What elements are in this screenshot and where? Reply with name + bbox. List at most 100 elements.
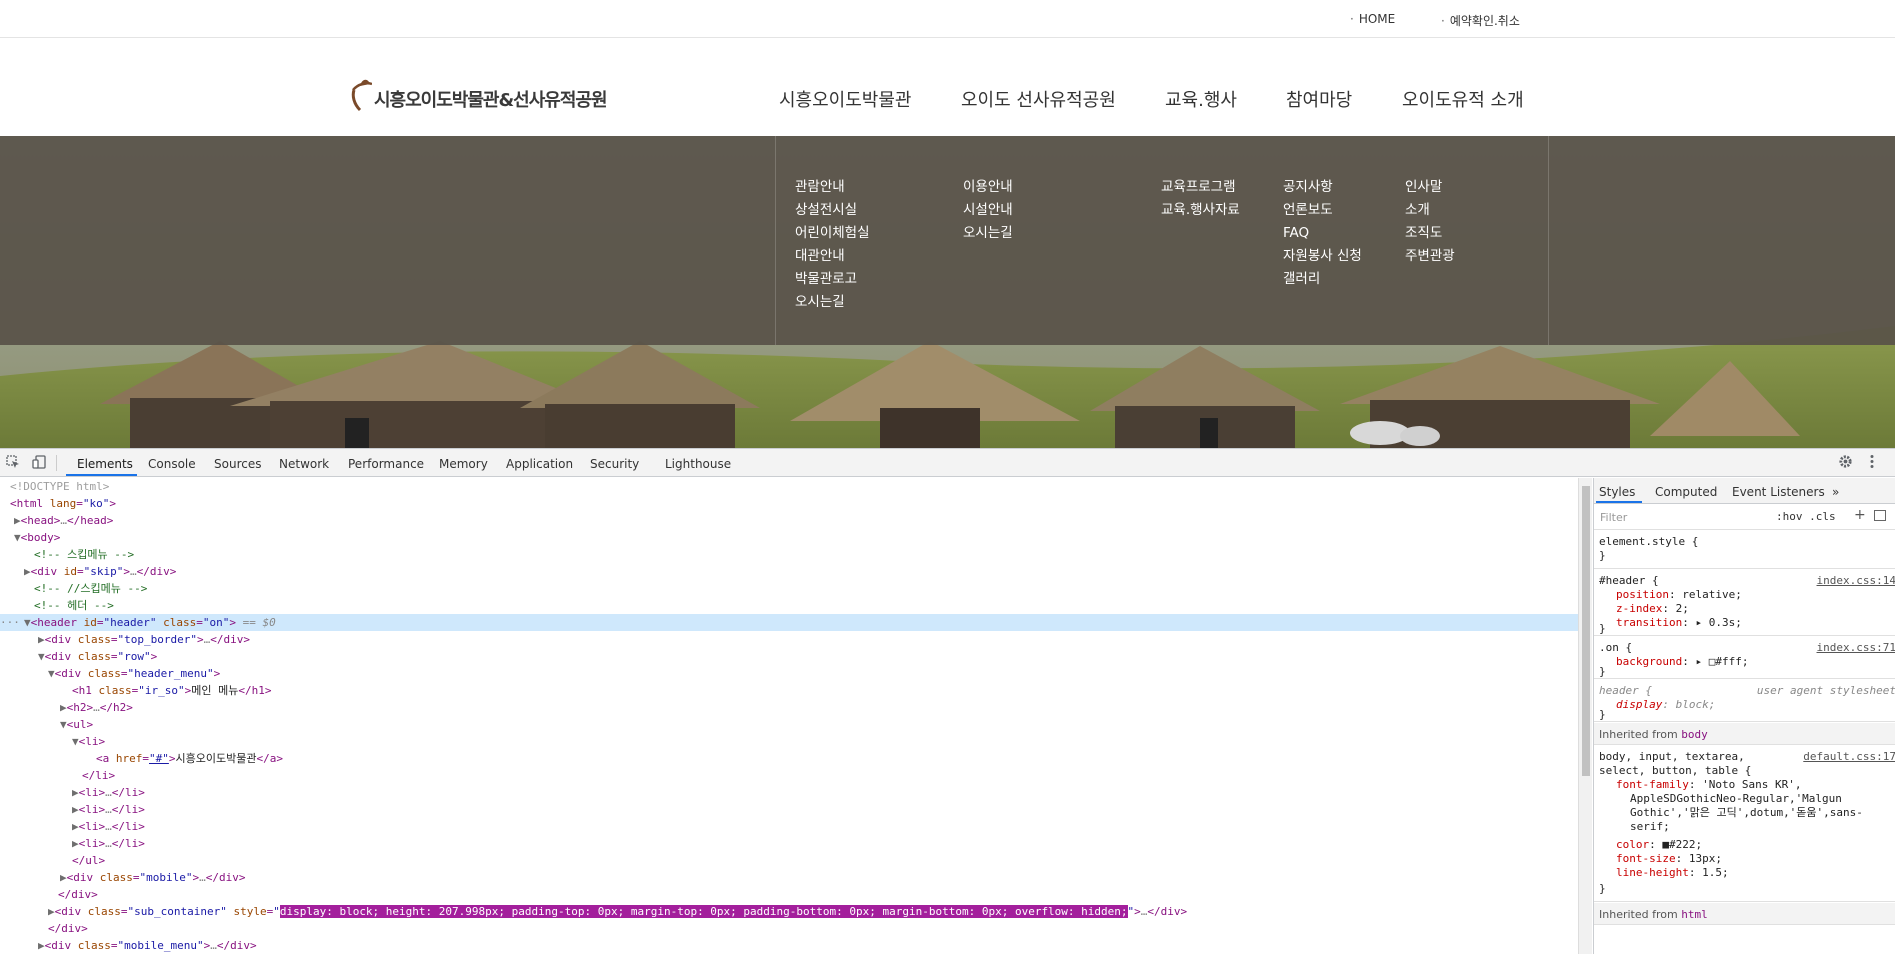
attr-value[interactable]: "#" (149, 752, 169, 765)
dom-line-mobile[interactable]: ▶<div class="mobile">…</div> (0, 869, 1578, 886)
dom-line-body[interactable]: ▼<body> (0, 529, 1578, 546)
source-link[interactable]: index.css:14 (1817, 574, 1895, 587)
expand-triangle-icon[interactable]: ▶ (72, 837, 79, 850)
dom-line-skip[interactable]: ▶<div id="skip">…</div> (0, 563, 1578, 580)
dom-line-ul-close[interactable]: </ul> (0, 852, 1578, 869)
dom-line-h1[interactable]: <h1 class="ir_so">메인 메뉴</h1> (0, 682, 1578, 699)
submenu-item[interactable]: 관람안내 (795, 176, 870, 199)
submenu-item[interactable]: 공지사항 (1283, 176, 1362, 199)
settings-gear-icon[interactable] (1838, 454, 1853, 473)
scrollbar-thumb[interactable] (1582, 486, 1590, 776)
expand-triangle-icon[interactable]: ▶ (72, 803, 79, 816)
submenu-item[interactable]: 어린이체험실 (795, 222, 870, 245)
dom-line-header-menu[interactable]: ▼<div class="header_menu"> (0, 665, 1578, 682)
submenu-item[interactable]: 오시는길 (963, 222, 1013, 245)
submenu-item[interactable]: 상설전시실 (795, 199, 870, 222)
submenu-item[interactable]: 오시는길 (795, 291, 870, 314)
dom-line-li[interactable]: ▶<li>…</li> (0, 835, 1578, 852)
collapse-triangle-icon[interactable]: ▼ (14, 531, 21, 544)
site-logo[interactable]: 시흥오이도박물관&선사유적공원 (350, 68, 608, 112)
dom-line-header-selected[interactable]: ··· ▼<header id="header" class="on"> == $… (0, 614, 1578, 631)
home-link[interactable]: HOME (1350, 12, 1395, 26)
tab-event-listeners[interactable]: Event Listeners (1732, 485, 1825, 499)
expand-triangle-icon[interactable]: ▶ (38, 633, 45, 646)
reservation-link[interactable]: 예약확인.취소 (1441, 12, 1520, 29)
submenu-item[interactable]: 소개 (1405, 199, 1455, 222)
collapse-triangle-icon[interactable]: ▼ (72, 735, 79, 748)
dom-line-doctype[interactable]: <!DOCTYPE html> (0, 478, 1578, 495)
dom-line-div-close[interactable]: </div> (0, 886, 1578, 903)
new-rule-plus-icon[interactable]: + (1854, 507, 1866, 523)
expand-triangle-icon[interactable]: ▶ (14, 514, 21, 527)
tab-network[interactable]: Network (279, 457, 329, 471)
more-tabs-icon[interactable]: » (1832, 485, 1839, 499)
dom-line-div-close[interactable]: </div> (0, 920, 1578, 937)
submenu-item[interactable]: 인사말 (1405, 176, 1455, 199)
css-value[interactable]: 1.5; (1702, 866, 1729, 879)
submenu-item[interactable]: 교육프로그램 (1161, 176, 1240, 199)
tab-computed[interactable]: Computed (1655, 485, 1717, 499)
toggle-sidebar-icon[interactable] (1874, 510, 1886, 521)
css-value[interactable]: 'Noto Sans KR', (1702, 778, 1801, 791)
dom-line-sub-container[interactable]: ▶<div class="sub_container" style="displ… (0, 903, 1578, 920)
expand-triangle-icon[interactable]: ▶ (60, 701, 67, 714)
dom-line-html[interactable]: <html lang="ko"> (0, 495, 1578, 512)
dom-line-comment[interactable]: <!-- 스킵메뉴 --> (0, 546, 1578, 563)
collapse-triangle-icon[interactable]: ▼ (38, 650, 45, 663)
dom-line-h2[interactable]: ▶<h2>…</h2> (0, 699, 1578, 716)
submenu-item[interactable]: 교육.행사자료 (1161, 199, 1240, 222)
css-value[interactable]: ■#222; (1662, 838, 1702, 851)
tab-memory[interactable]: Memory (439, 457, 488, 471)
submenu-item[interactable]: 주변관광 (1405, 245, 1455, 268)
more-options-icon[interactable] (1869, 454, 1875, 473)
device-toolbar-icon[interactable] (32, 455, 46, 473)
style-attr-highlight[interactable]: display: block; height: 207.998px; paddi… (279, 905, 1128, 918)
nav-education-events[interactable]: 교육.행사 (1165, 86, 1237, 112)
expand-triangle-icon[interactable]: ▶ (48, 905, 55, 918)
tab-lighthouse[interactable]: Lighthouse (665, 457, 731, 471)
submenu-item[interactable]: FAQ (1283, 222, 1362, 245)
dom-line-row[interactable]: ▼<div class="row"> (0, 648, 1578, 665)
submenu-item[interactable]: 조직도 (1405, 222, 1455, 245)
source-link[interactable]: default.css:17 (1803, 750, 1895, 763)
submenu-item[interactable]: 이용안내 (963, 176, 1013, 199)
dom-line-li[interactable]: ▶<li>…</li> (0, 784, 1578, 801)
css-prop[interactable]: font-size (1616, 852, 1676, 865)
dom-line-anchor[interactable]: <a href="#">시흥오이도박물관</a> (0, 750, 1578, 767)
dom-line-li[interactable]: ▶<li>…</li> (0, 801, 1578, 818)
inherited-tag[interactable]: body (1681, 728, 1708, 741)
css-value[interactable]: ▸ 0.3s; (1695, 616, 1741, 629)
source-link[interactable]: index.css:71 (1817, 641, 1895, 654)
dom-line-ul[interactable]: ▼<ul> (0, 716, 1578, 733)
nav-prehistoric-park[interactable]: 오이도 선사유적공원 (961, 86, 1116, 112)
dom-line-mobile-menu[interactable]: ▶<div class="mobile_menu">…</div> (0, 937, 1578, 954)
css-value[interactable]: relative; (1682, 588, 1742, 601)
css-prop[interactable]: position (1616, 588, 1669, 601)
inspect-element-icon[interactable] (6, 455, 20, 473)
collapse-triangle-icon[interactable]: ▼ (24, 616, 31, 629)
dom-line-comment[interactable]: <!-- //스킵메뉴 --> (0, 580, 1578, 597)
nav-site-intro[interactable]: 오이도유적 소개 (1402, 86, 1524, 112)
css-value[interactable]: ▸ □#fff; (1695, 655, 1748, 668)
css-prop[interactable]: z-index (1616, 602, 1662, 615)
inherited-tag[interactable]: html (1681, 908, 1708, 921)
tab-performance[interactable]: Performance (348, 457, 424, 471)
css-prop[interactable]: transition (1616, 616, 1682, 629)
tab-security[interactable]: Security (590, 457, 639, 471)
css-prop[interactable]: line-height (1616, 866, 1689, 879)
tab-elements[interactable]: Elements (77, 457, 133, 471)
dom-line-comment[interactable]: <!-- 헤더 --> (0, 597, 1578, 614)
collapse-triangle-icon[interactable]: ▼ (60, 718, 67, 731)
filter-input[interactable]: Filter (1600, 511, 1627, 524)
expand-triangle-icon[interactable]: ▶ (38, 939, 45, 952)
css-value[interactable]: 2; (1676, 602, 1689, 615)
submenu-item[interactable]: 언론보도 (1283, 199, 1362, 222)
tab-application[interactable]: Application (506, 457, 573, 471)
hov-cls-buttons[interactable]: :hov .cls (1776, 510, 1836, 523)
expand-triangle-icon[interactable]: ▶ (72, 786, 79, 799)
elements-scrollbar[interactable] (1578, 478, 1592, 954)
submenu-item[interactable]: 박물관로고 (795, 268, 870, 291)
css-prop[interactable]: background (1616, 655, 1682, 668)
expand-triangle-icon[interactable]: ▶ (24, 565, 31, 578)
dom-line-li-close[interactable]: </li> (0, 767, 1578, 784)
